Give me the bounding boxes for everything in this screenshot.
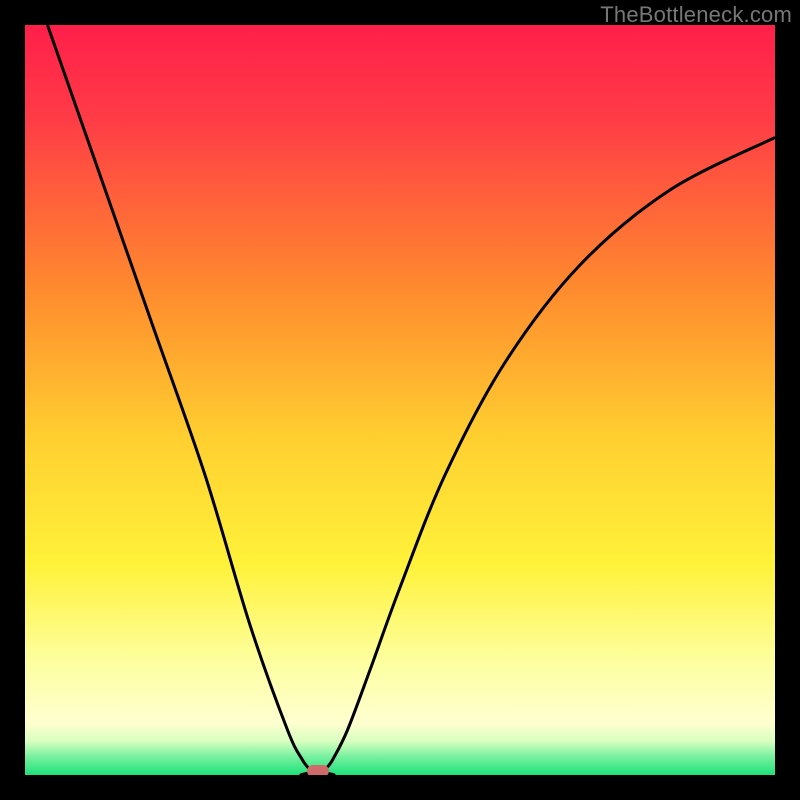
plot-area — [25, 25, 775, 775]
minimum-marker — [307, 765, 329, 775]
bottleneck-curve — [25, 25, 775, 775]
outer-frame: TheBottleneck.com — [0, 0, 800, 800]
